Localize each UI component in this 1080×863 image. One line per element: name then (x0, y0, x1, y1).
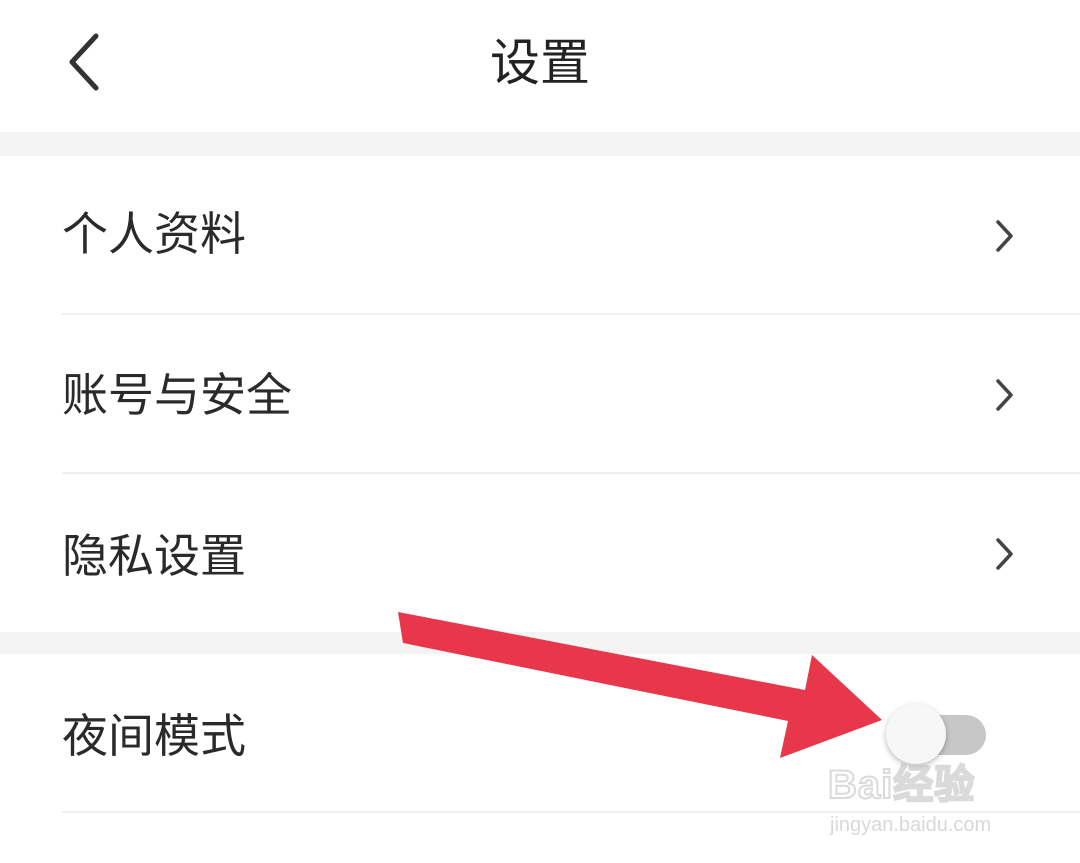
header-bar: 设置 (0, 0, 1080, 132)
section-separator (0, 132, 1080, 156)
chevron-right-icon (996, 379, 1013, 411)
settings-item-label: 账号与安全 (62, 368, 292, 422)
settings-item-account-security[interactable]: 账号与安全 (0, 315, 1080, 472)
chevron-right-icon (996, 538, 1013, 570)
chevron-right-icon (996, 220, 1013, 252)
divider (62, 811, 1080, 813)
settings-item-profile[interactable]: 个人资料 (0, 156, 1080, 314)
settings-item-label: 个人资料 (62, 207, 246, 261)
toggle-knob (886, 704, 946, 764)
section-separator (0, 632, 1080, 654)
settings-item-privacy[interactable]: 隐私设置 (0, 474, 1080, 632)
watermark-url: jingyan.baidu.com (830, 814, 992, 836)
night-mode-label: 夜间模式 (62, 709, 246, 763)
night-mode-toggle[interactable] (886, 704, 988, 764)
settings-item-label: 隐私设置 (62, 529, 246, 583)
page-title: 设置 (490, 34, 590, 92)
settings-screen: 设置 个人资料 账号与安全 隐私设置 夜间模式 Bai经验 jingyan.ba… (0, 0, 1080, 863)
